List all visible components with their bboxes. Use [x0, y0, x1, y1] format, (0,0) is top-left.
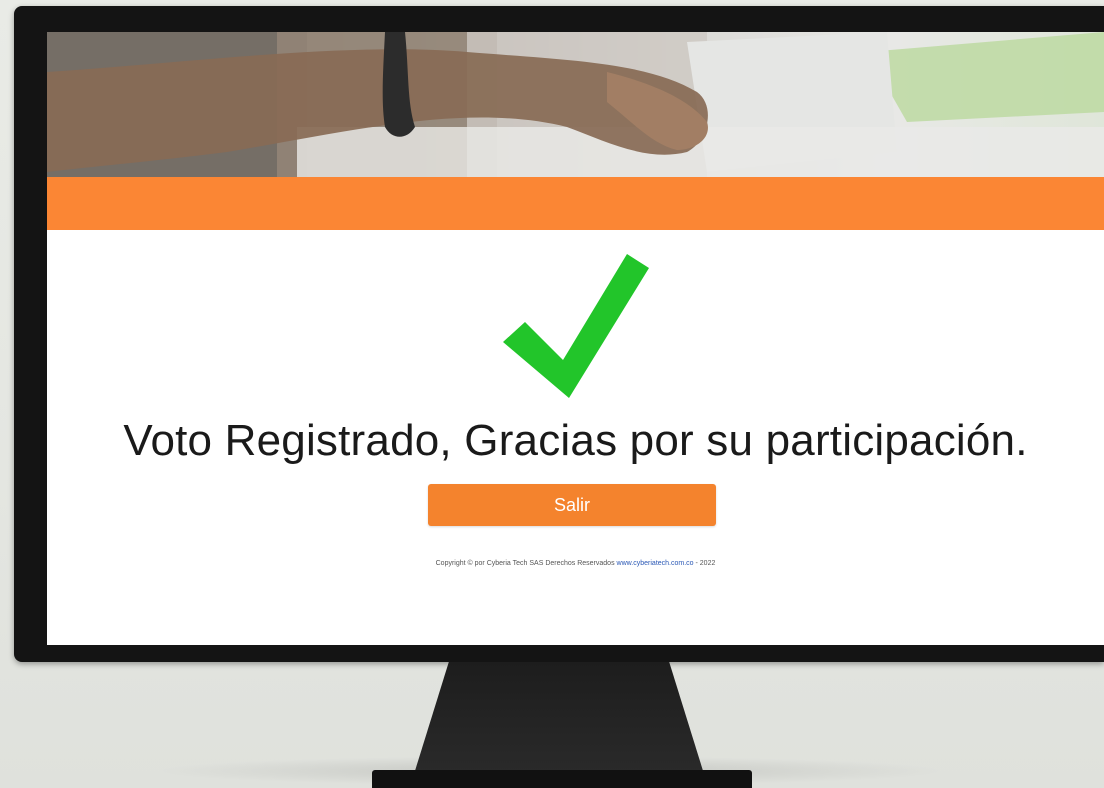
monitor-stand-neck — [414, 662, 704, 774]
hero-banner-image — [47, 32, 1104, 177]
copyright-year: - 2022 — [695, 560, 716, 567]
header-accent-bar — [47, 177, 1104, 230]
footer-copyright: Copyright © por Cyberia Tech SAS Derecho… — [47, 560, 1104, 567]
monitor-stand-base — [372, 770, 752, 788]
check-mark-icon — [499, 250, 651, 400]
confirmation-message: Voto Registrado, Gracias por su particip… — [123, 416, 1028, 465]
exit-button[interactable]: Salir — [428, 484, 716, 526]
screen: Voto Registrado, Gracias por su particip… — [47, 32, 1104, 645]
company-website-link[interactable]: www.cyberiatech.com.co — [617, 560, 694, 567]
copyright-text: Copyright © por Cyberia Tech SAS Derecho… — [435, 560, 615, 567]
monitor-frame: Voto Registrado, Gracias por su particip… — [14, 6, 1104, 662]
